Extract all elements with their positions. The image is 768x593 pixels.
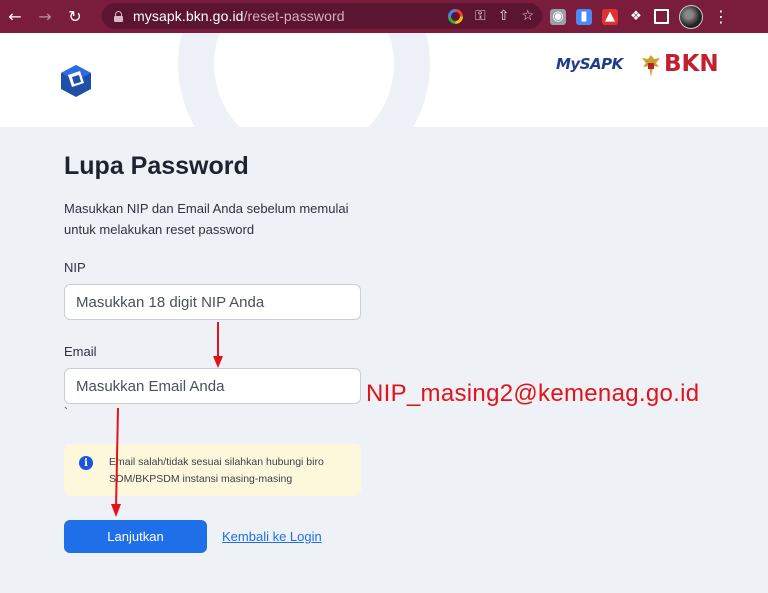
- google-icon[interactable]: [448, 8, 464, 24]
- url-path: /reset-password: [243, 8, 345, 24]
- mysapk-logo-text: MySAPK: [556, 55, 623, 73]
- key-icon[interactable]: ⚿: [475, 8, 486, 24]
- url-host: mysapk.bkn.go.id: [133, 8, 244, 24]
- info-icon: i: [79, 456, 93, 470]
- bookmark-icon[interactable]: ▲: [602, 8, 618, 25]
- alert-text: Email salah/tidak sesuai silahkan hubung…: [109, 456, 324, 485]
- stray-mark: `: [64, 405, 68, 419]
- submit-button[interactable]: Lanjutkan: [64, 520, 207, 553]
- mysapk-logo: MySAPK: [556, 55, 623, 73]
- garuda-emblem-icon: [642, 55, 660, 77]
- email-annotation: NIP_masing2@kemenag.go.id: [366, 380, 700, 407]
- lock-icon[interactable]: [114, 10, 123, 22]
- forward-arrow-icon[interactable]: →: [30, 0, 60, 33]
- camera-icon[interactable]: ◉: [550, 8, 566, 25]
- share-icon[interactable]: ⇧: [498, 8, 510, 24]
- decorative-ring: [178, 33, 430, 127]
- page-title: Lupa Password: [64, 152, 249, 180]
- arrow-to-email-field: [213, 322, 223, 368]
- info-alert: i Email salah/tidak sesuai silahkan hubu…: [64, 444, 361, 496]
- menu-icon[interactable]: ⋮: [713, 7, 729, 26]
- app-logo-icon[interactable]: [58, 63, 94, 99]
- page-description: Masukkan NIP dan Email Anda sebelum memu…: [64, 201, 349, 237]
- nip-input[interactable]: [64, 284, 361, 320]
- reload-icon[interactable]: ↻: [60, 0, 90, 33]
- url-text[interactable]: mysapk.bkn.go.id/reset-password: [133, 8, 345, 24]
- avatar[interactable]: [679, 4, 703, 29]
- bkn-logo-text: BKN: [664, 51, 719, 77]
- browser-toolbar: ← → ↻ mysapk.bkn.go.id/reset-password ⚿ …: [0, 0, 768, 33]
- extension-icon[interactable]: ▮: [576, 8, 592, 25]
- back-to-login-link[interactable]: Kembali ke Login: [222, 529, 322, 544]
- email-label: Email: [64, 344, 97, 359]
- sidebar-icon[interactable]: [654, 9, 669, 24]
- puzzle-icon[interactable]: ❖: [628, 9, 644, 25]
- nip-label: NIP: [64, 260, 86, 275]
- email-input[interactable]: [64, 368, 361, 404]
- address-bar[interactable]: mysapk.bkn.go.id/reset-password ⚿ ⇧ ☆: [102, 3, 542, 29]
- site-header: MySAPK BKN: [0, 33, 768, 127]
- back-arrow-icon[interactable]: ←: [0, 0, 30, 33]
- star-icon[interactable]: ☆: [521, 8, 534, 24]
